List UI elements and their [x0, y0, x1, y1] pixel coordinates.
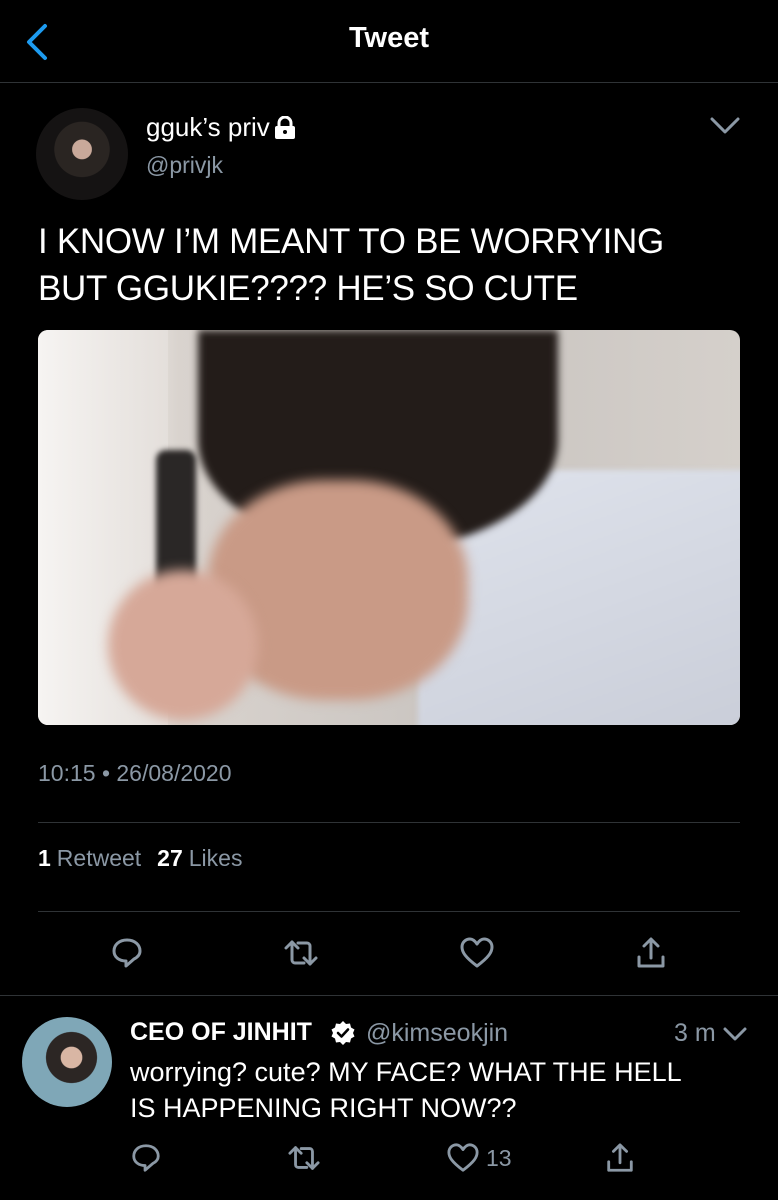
- avatar[interactable]: [36, 108, 128, 200]
- tweet-text: I KNOW I’M MEANT TO BE WORRYING BUT GGUK…: [38, 218, 738, 312]
- tweet-text-line: BUT GGUKIE???? HE’S SO CUTE: [38, 269, 578, 308]
- share-button[interactable]: [626, 928, 676, 978]
- reply-reply-button[interactable]: [130, 1138, 162, 1178]
- likes-stat[interactable]: 27 Likes: [157, 845, 242, 872]
- chevron-down-icon: [710, 117, 740, 134]
- chevron-down-icon: [723, 1027, 747, 1041]
- reply-like-button[interactable]: 13: [446, 1138, 512, 1178]
- verified-icon: [331, 1021, 355, 1045]
- retweet-label: Retweet: [56, 845, 142, 871]
- retweet-count: 1: [38, 845, 51, 871]
- reply-icon: [112, 938, 142, 968]
- heart-icon: [447, 1143, 479, 1172]
- reply-text: worrying? cute? MY FACE? WHAT THE HELL I…: [130, 1054, 760, 1126]
- divider: [38, 911, 740, 912]
- share-icon: [637, 937, 665, 968]
- like-button[interactable]: [452, 928, 502, 978]
- reply-handle[interactable]: @kimseokjin: [366, 1019, 508, 1048]
- retweet-icon: [284, 940, 318, 966]
- reply-avatar[interactable]: [22, 1017, 112, 1107]
- lock-icon: [274, 115, 295, 139]
- tweet-author[interactable]: gguk’s priv: [146, 112, 296, 143]
- display-name: gguk’s priv: [146, 112, 270, 142]
- retweet-icon: [288, 1146, 320, 1170]
- reply-more-options-button[interactable]: [718, 1018, 752, 1050]
- reply-text-line: IS HAPPENING RIGHT NOW??: [130, 1093, 517, 1123]
- reply-display-name[interactable]: CEO OF JINHIT: [130, 1018, 312, 1047]
- retweet-button[interactable]: [276, 928, 326, 978]
- tweet-text-line: I KNOW I’M MEANT TO BE WORRYING: [38, 222, 664, 261]
- reply-like-count: 13: [486, 1144, 512, 1171]
- page-title: Tweet: [348, 22, 430, 54]
- like-label: Likes: [188, 845, 243, 871]
- divider: [38, 822, 740, 823]
- tweet-stats: 1 Retweet 27 Likes: [38, 845, 242, 872]
- reply-icon: [132, 1144, 160, 1172]
- section-divider: [0, 995, 778, 996]
- reply-text-line: worrying? cute? MY FACE? WHAT THE HELL: [130, 1057, 682, 1087]
- reply-share-button[interactable]: [604, 1138, 636, 1178]
- reply-time: 3 m: [674, 1019, 716, 1047]
- reply-button[interactable]: [102, 928, 152, 978]
- heart-icon: [460, 937, 494, 968]
- like-count: 27: [157, 845, 183, 871]
- more-options-button[interactable]: [700, 106, 750, 146]
- share-icon: [607, 1143, 633, 1172]
- reply-retweet-button[interactable]: [286, 1138, 322, 1178]
- user-handle[interactable]: @privjk: [146, 152, 223, 179]
- retweets-stat[interactable]: 1 Retweet: [38, 845, 141, 872]
- tweet-timestamp: 10:15 • 26/08/2020: [38, 760, 232, 786]
- tweet-media-image[interactable]: [38, 330, 740, 725]
